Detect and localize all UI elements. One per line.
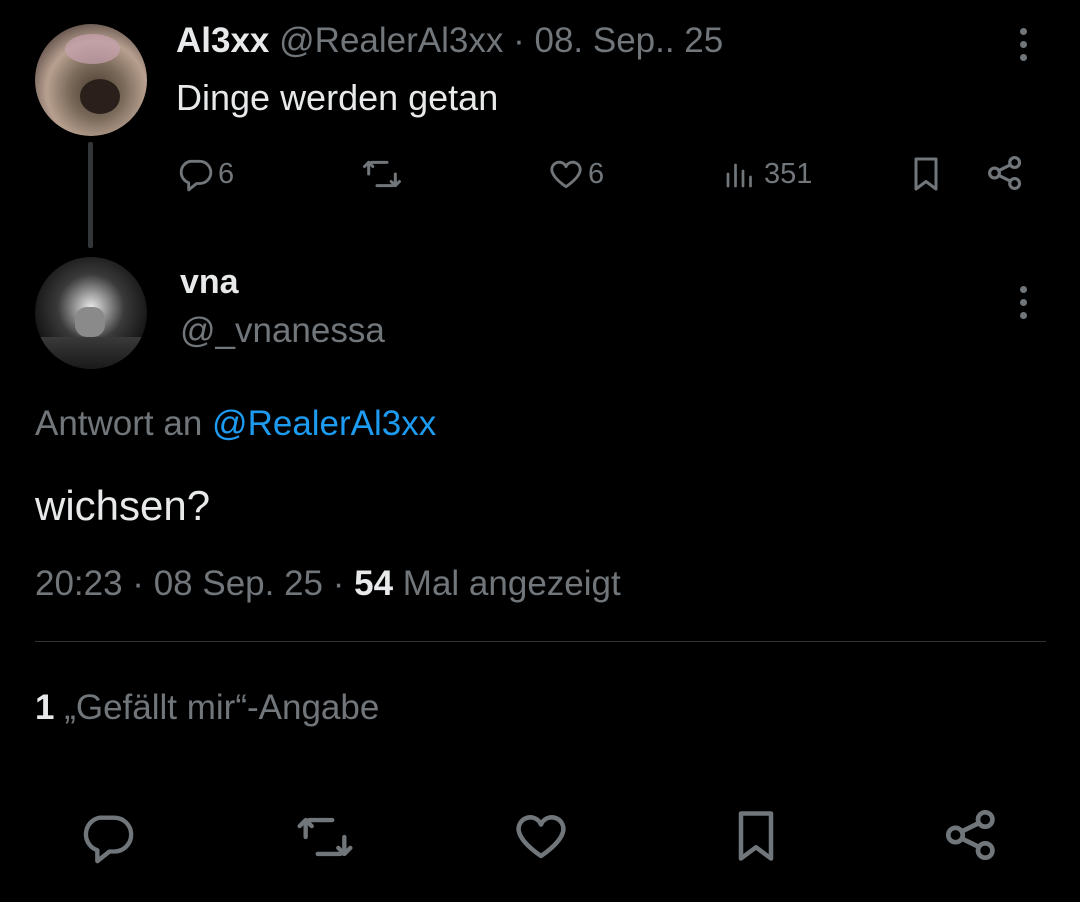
parent-view-count: 351 bbox=[764, 157, 813, 190]
reply-likes-count: 1 bbox=[35, 688, 55, 727]
divider bbox=[35, 641, 1046, 642]
parent-author-handle[interactable]: @RealerAl3xx bbox=[279, 21, 503, 60]
share-icon bbox=[940, 804, 1002, 866]
more-icon bbox=[1020, 28, 1028, 61]
parent-retweet-button[interactable] bbox=[360, 154, 404, 194]
bookmark-icon bbox=[726, 806, 786, 866]
reply-views-label: Mal angezeigt bbox=[402, 564, 621, 603]
tweet-thread: Al3xx @RealerAl3xx · 08. Sep.. 25 Dinge … bbox=[0, 0, 1080, 902]
reply-tweet-text: wichsen? bbox=[35, 482, 211, 529]
parent-like-count: 6 bbox=[588, 157, 605, 190]
reply-share-button[interactable] bbox=[940, 804, 1002, 866]
replying-to-link[interactable]: @RealerAl3xx bbox=[212, 404, 436, 443]
bookmark-icon bbox=[906, 154, 946, 194]
reply-icon bbox=[76, 808, 138, 866]
reply-author-handle[interactable]: @_vnanessa bbox=[180, 310, 385, 352]
thread-connector-line bbox=[88, 142, 93, 248]
retweet-icon bbox=[292, 808, 358, 866]
reply-views-count: 54 bbox=[354, 564, 394, 603]
parent-share-button[interactable] bbox=[984, 152, 1026, 194]
like-icon bbox=[546, 155, 586, 193]
reply-retweet-button[interactable] bbox=[292, 808, 358, 866]
parent-header: Al3xx @RealerAl3xx · 08. Sep.. 25 bbox=[176, 20, 723, 62]
parent-views-button[interactable]: 351 bbox=[722, 154, 812, 194]
views-icon bbox=[722, 156, 758, 192]
parent-reply-count: 6 bbox=[218, 157, 235, 190]
reply-likes-label: „Gefällt mir“-Angabe bbox=[64, 688, 380, 727]
retweet-icon bbox=[360, 154, 404, 194]
reply-avatar[interactable] bbox=[35, 257, 147, 369]
reply-icon bbox=[176, 155, 214, 193]
parent-more-button[interactable] bbox=[1020, 28, 1028, 67]
parent-date[interactable]: · 08. Sep.. 25 bbox=[513, 21, 723, 60]
reply-more-button[interactable] bbox=[1020, 286, 1028, 325]
reply-timestamp[interactable]: 20:23 · 08 Sep. 25 · bbox=[35, 564, 344, 603]
more-icon bbox=[1020, 286, 1028, 319]
reply-author-name[interactable]: vna bbox=[180, 262, 239, 302]
share-icon bbox=[984, 152, 1026, 194]
parent-author-name[interactable]: Al3xx bbox=[176, 21, 269, 60]
parent-like-button[interactable]: 6 bbox=[546, 154, 604, 194]
parent-avatar[interactable] bbox=[35, 24, 147, 136]
reply-likes-line[interactable]: 1 „Gefällt mir“-Angabe bbox=[35, 686, 379, 730]
parent-reply-button[interactable]: 6 bbox=[176, 154, 234, 194]
replying-to-line: Antwort an @RealerAl3xx bbox=[35, 402, 436, 446]
reply-like-button[interactable] bbox=[510, 806, 572, 866]
parent-bookmark-button[interactable] bbox=[906, 154, 946, 194]
reply-meta-line: 20:23 · 08 Sep. 25 · 54 Mal angezeigt bbox=[35, 562, 621, 606]
replying-to-prefix: Antwort an bbox=[35, 404, 203, 443]
reply-bookmark-button[interactable] bbox=[726, 806, 786, 866]
like-icon bbox=[510, 806, 572, 866]
reply-reply-button[interactable] bbox=[76, 808, 138, 866]
parent-tweet-text: Dinge werden getan bbox=[176, 77, 499, 118]
